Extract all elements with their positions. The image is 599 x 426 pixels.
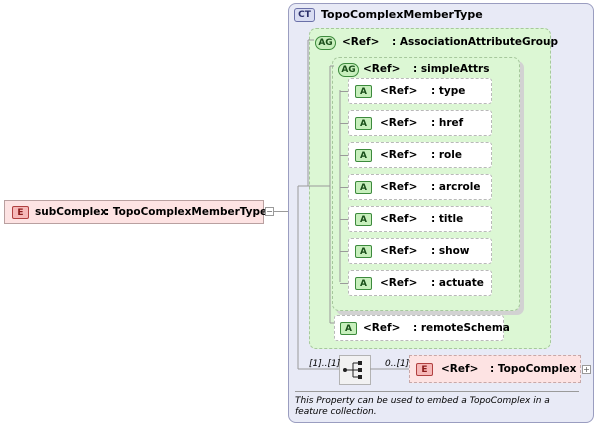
- attribute-row[interactable]: A <Ref> : title: [348, 206, 492, 232]
- attribute-row[interactable]: A <Ref> : show: [348, 238, 492, 264]
- attribute-connector: [340, 219, 348, 220]
- connector-line: [274, 211, 288, 212]
- right-cardinality: 0..[1]: [385, 359, 410, 369]
- attribute-name: : remoteSchema: [413, 322, 510, 334]
- attribute-connector: [340, 187, 348, 188]
- attribute-ref: <Ref>: [380, 213, 418, 225]
- attribute-name: : show: [431, 245, 470, 257]
- attribute-ref: <Ref>: [363, 322, 401, 334]
- attribute-name: : href: [431, 117, 464, 129]
- attribute-connector: [340, 91, 348, 92]
- attribute-ref: <Ref>: [380, 149, 418, 161]
- subcomplex-element[interactable]: E subComplex : TopoComplexMemberType: [4, 200, 268, 224]
- complex-type-name: TopoComplexMemberType: [321, 8, 483, 21]
- attribute-row[interactable]: A <Ref> : role: [348, 142, 492, 168]
- attribute-connector: [340, 155, 348, 156]
- sequence-compositor[interactable]: [339, 355, 371, 385]
- attribute-row[interactable]: A <Ref> : arcrole: [348, 174, 492, 200]
- documentation-text: This Property can be used to embed a Top…: [295, 396, 550, 417]
- complex-type-badge: CT: [294, 8, 315, 22]
- attribute-badge: A: [355, 245, 372, 258]
- ag-name: : AssociationAttributeGroup: [392, 36, 558, 48]
- element-badge: E: [416, 363, 433, 376]
- attribute-ref: <Ref>: [380, 245, 418, 257]
- sequence-icon: [343, 361, 362, 379]
- ag-ref: <Ref>: [342, 36, 380, 48]
- attribute-name: : arcrole: [431, 181, 481, 193]
- attribute-ref: <Ref>: [380, 277, 418, 289]
- attribute-name: : title: [431, 213, 464, 225]
- simple-attrs-badge: AG: [338, 63, 359, 77]
- element-type: : TopoComplexMemberType: [105, 206, 268, 218]
- attribute-ref: <Ref>: [380, 181, 418, 193]
- attribute-row[interactable]: A <Ref> : type: [348, 78, 492, 104]
- element-name: : TopoComplex: [490, 363, 577, 375]
- attribute-name: : type: [431, 85, 466, 97]
- element-badge: E: [12, 206, 29, 219]
- expand-toggle[interactable]: +: [582, 365, 591, 374]
- attribute-name: : actuate: [431, 277, 484, 289]
- element-name: subComplex: [35, 206, 108, 218]
- ag-badge: AG: [315, 36, 336, 50]
- attribute-remote-schema[interactable]: A <Ref> : remoteSchema: [334, 315, 510, 341]
- documentation-divider: [295, 391, 579, 392]
- attribute-badge: A: [355, 181, 372, 194]
- topo-complex-element[interactable]: E <Ref> : TopoComplex: [409, 355, 581, 383]
- simple-attrs-name: : simpleAttrs: [413, 63, 490, 75]
- attribute-badge: A: [355, 117, 372, 130]
- attribute-badge: A: [355, 85, 372, 98]
- attribute-badge: A: [355, 213, 372, 226]
- collapse-toggle[interactable]: −: [265, 207, 274, 216]
- attribute-badge: A: [340, 322, 357, 335]
- simple-attrs-ref: <Ref>: [363, 63, 401, 75]
- element-ref: <Ref>: [441, 363, 479, 375]
- attribute-row[interactable]: A <Ref> : actuate: [348, 270, 492, 296]
- attribute-connector: [340, 251, 348, 252]
- attribute-name: : role: [431, 149, 462, 161]
- attribute-ref: <Ref>: [380, 85, 418, 97]
- attribute-ref: <Ref>: [380, 117, 418, 129]
- attribute-connector: [340, 283, 348, 284]
- attribute-row[interactable]: A <Ref> : href: [348, 110, 492, 136]
- attribute-badge: A: [355, 277, 372, 290]
- attribute-badge: A: [355, 149, 372, 162]
- left-cardinality: [1]..[1]: [309, 359, 341, 369]
- attribute-connector: [340, 123, 348, 124]
